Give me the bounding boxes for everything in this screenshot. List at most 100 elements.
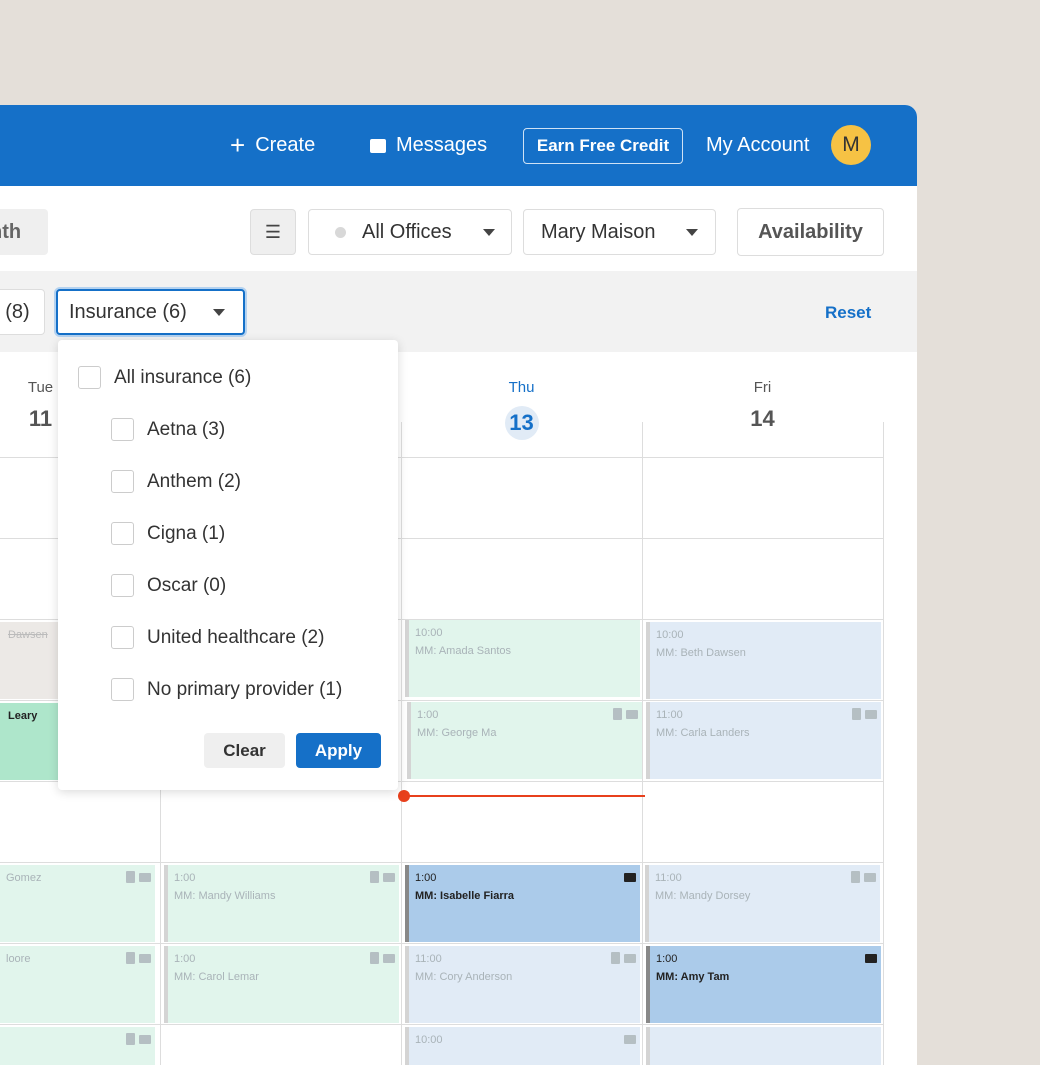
checkbox[interactable] bbox=[111, 470, 134, 493]
time: 10:00 bbox=[415, 627, 443, 639]
messages-button[interactable]: Messages bbox=[370, 105, 487, 186]
option-label: Anthem (2) bbox=[147, 470, 241, 492]
previous-filter-select[interactable]: (8) bbox=[0, 289, 45, 335]
message-icon bbox=[370, 138, 386, 153]
checkbox[interactable] bbox=[111, 418, 134, 441]
appointment[interactable]: 11:00 MM: Mandy Dorsey bbox=[645, 865, 880, 942]
appointment[interactable]: 1:00 MM: Carol Lemar bbox=[164, 946, 399, 1023]
appointment-icons bbox=[370, 952, 395, 964]
video-icon bbox=[139, 954, 151, 963]
document-icon bbox=[126, 952, 135, 964]
option-insurance[interactable]: Oscar (0) bbox=[111, 574, 226, 597]
patient: MM: George Ma bbox=[417, 727, 497, 739]
appointment-icons bbox=[865, 952, 877, 963]
document-icon bbox=[370, 952, 379, 964]
appointment[interactable]: 10:00 bbox=[405, 1027, 640, 1065]
option-insurance[interactable]: Aetna (3) bbox=[111, 418, 225, 441]
option-insurance[interactable]: United healthcare (2) bbox=[111, 626, 324, 649]
patient: MM: Carol Lemar bbox=[174, 971, 259, 983]
day-name: Fri bbox=[753, 379, 772, 396]
appointment[interactable]: Gomez bbox=[0, 865, 155, 942]
option-label: Oscar (0) bbox=[147, 574, 227, 596]
document-icon bbox=[126, 1033, 135, 1045]
appointment[interactable]: 1:00 MM: Amy Tam bbox=[646, 946, 881, 1023]
my-account-link[interactable]: My Account bbox=[706, 105, 809, 186]
day-name: Thu bbox=[508, 379, 535, 396]
checkbox[interactable] bbox=[111, 626, 134, 649]
month-label: nth bbox=[0, 220, 22, 243]
option-insurance[interactable]: Anthem (2) bbox=[111, 470, 241, 493]
reset-link[interactable]: Reset bbox=[825, 303, 871, 323]
option-label: No primary provider (1) bbox=[147, 678, 343, 700]
time: 1:00 bbox=[656, 953, 678, 965]
patient: MM: Amy Tam bbox=[656, 971, 730, 983]
messages-label: Messages bbox=[396, 134, 488, 156]
appointment-icons bbox=[611, 952, 636, 964]
patient: MM: Isabelle Fiarra bbox=[415, 890, 515, 902]
video-icon bbox=[864, 873, 876, 882]
option-insurance[interactable]: Cigna (1) bbox=[111, 522, 225, 545]
appointment[interactable]: 10:00 MM: Amada Santos bbox=[405, 620, 640, 697]
video-icon bbox=[865, 954, 877, 963]
time: 11:00 bbox=[655, 872, 682, 884]
patient: MM: Mandy Dorsey bbox=[655, 890, 751, 902]
option-label: United healthcare (2) bbox=[147, 626, 325, 648]
current-time-dot bbox=[398, 790, 410, 802]
appointment[interactable]: loore bbox=[0, 946, 155, 1023]
time: 10:00 bbox=[656, 629, 684, 641]
day-header-fri: Fri 14 bbox=[642, 352, 883, 432]
appointment[interactable] bbox=[646, 1027, 881, 1065]
day-header-thu: Thu 13 bbox=[401, 352, 642, 440]
document-icon bbox=[126, 871, 135, 883]
checkbox[interactable] bbox=[111, 522, 134, 545]
option-insurance[interactable]: No primary provider (1) bbox=[111, 678, 342, 701]
offices-select[interactable]: All Offices bbox=[308, 209, 512, 255]
option-label: Aetna (3) bbox=[147, 418, 226, 440]
clear-button[interactable]: Clear bbox=[204, 733, 285, 768]
plus-icon: + bbox=[230, 130, 246, 160]
option-label: Cigna (1) bbox=[147, 522, 226, 544]
video-icon bbox=[865, 710, 877, 719]
appointment[interactable]: 1:00 MM: Mandy Williams bbox=[164, 865, 399, 942]
appointment-icons bbox=[613, 708, 638, 720]
appointment-icons bbox=[852, 708, 877, 720]
offices-value: All Offices bbox=[362, 220, 452, 243]
appointment[interactable]: 1:00 MM: George Ma bbox=[407, 702, 642, 779]
chevron-down-icon bbox=[483, 228, 495, 236]
appointment[interactable]: 11:00 MM: Carla Landers bbox=[646, 702, 881, 779]
appointment[interactable]: 10:00 MM: Beth Dawsen bbox=[646, 622, 881, 699]
insurance-filter-select[interactable]: Insurance (6) bbox=[56, 289, 245, 335]
appointment-icons bbox=[126, 1033, 151, 1045]
apply-button[interactable]: Apply bbox=[296, 733, 381, 768]
appointment[interactable] bbox=[0, 1027, 155, 1065]
month-view-button[interactable]: nth bbox=[0, 209, 48, 255]
filter-toggle-button[interactable]: ☰ bbox=[250, 209, 296, 255]
day-date: 14 bbox=[750, 406, 775, 431]
availability-button[interactable]: Availability bbox=[737, 208, 884, 256]
checkbox[interactable] bbox=[111, 678, 134, 701]
create-button[interactable]: + Create bbox=[230, 105, 315, 186]
document-icon bbox=[852, 708, 861, 720]
time: 1:00 bbox=[174, 953, 196, 965]
office-dot-icon bbox=[335, 226, 346, 238]
provider-select[interactable]: Mary Maison bbox=[523, 209, 716, 255]
day-date: 13 bbox=[401, 406, 642, 440]
current-time-line bbox=[404, 795, 645, 797]
option-label: All insurance (6) bbox=[114, 366, 252, 388]
appointment[interactable]: 11:00 MM: Cory Anderson bbox=[405, 946, 640, 1023]
sliders-icon: ☰ bbox=[264, 221, 282, 242]
time: 11:00 bbox=[656, 709, 683, 721]
document-icon bbox=[613, 708, 622, 720]
top-nav: + Create Messages Earn Free Credit My Acc… bbox=[0, 105, 917, 186]
checkbox[interactable] bbox=[78, 366, 101, 389]
option-all-insurance[interactable]: All insurance (6) bbox=[78, 366, 251, 389]
patient: MM: Amada Santos bbox=[415, 645, 511, 657]
video-icon bbox=[383, 954, 395, 963]
time: 10:00 bbox=[415, 1034, 443, 1046]
avatar[interactable]: M bbox=[831, 125, 871, 165]
checkbox[interactable] bbox=[111, 574, 134, 597]
earn-free-credit-button[interactable]: Earn Free Credit bbox=[523, 128, 683, 164]
appointment[interactable]: 1:00 MM: Isabelle Fiarra bbox=[405, 865, 640, 942]
appointment-icons bbox=[370, 871, 395, 883]
divider bbox=[0, 943, 883, 944]
